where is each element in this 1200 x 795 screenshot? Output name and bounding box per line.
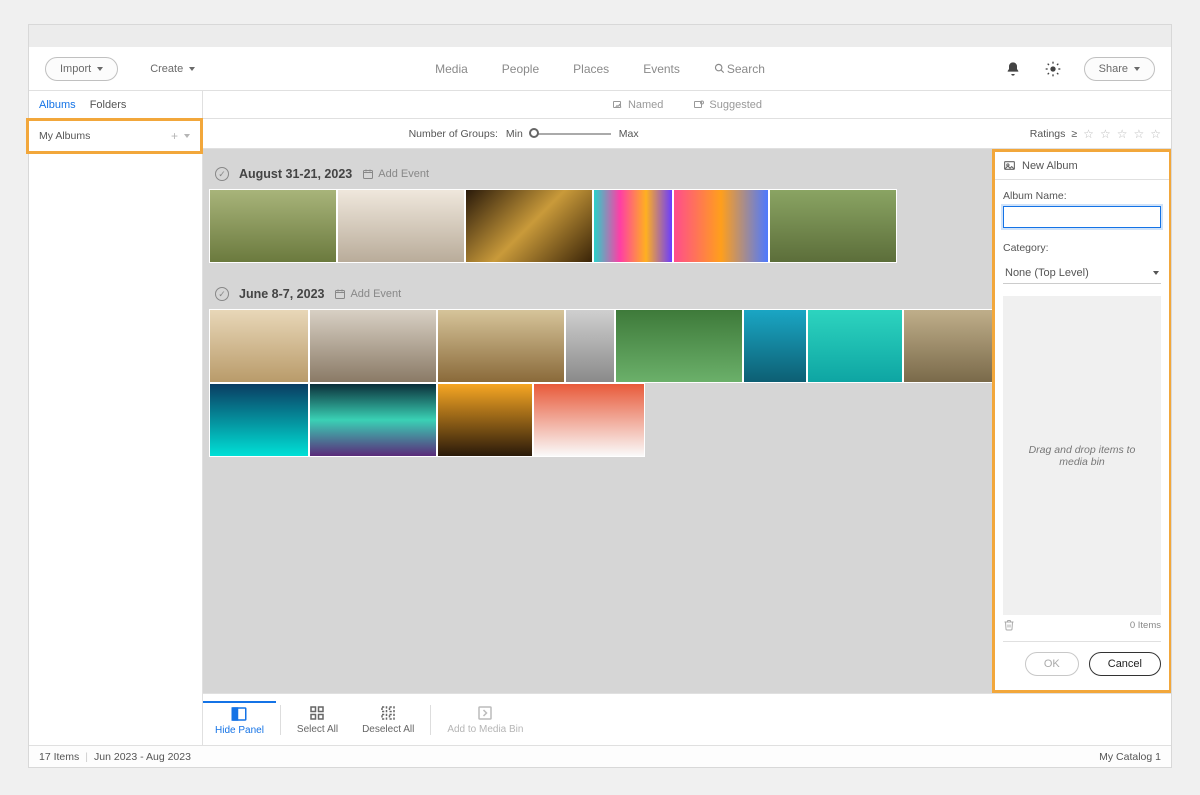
select-all-button[interactable]: Select All [285, 704, 350, 735]
panel-body: Album Name: Category: None (Top Level) D… [995, 180, 1169, 690]
category-label: Category: [1003, 242, 1161, 254]
deselect-all-button[interactable]: Deselect All [350, 704, 426, 735]
my-albums-highlight: My Albums + [26, 118, 203, 154]
bottom-bar: Hide Panel Select All Deselect All Add t… [203, 693, 1171, 745]
nav-places[interactable]: Places [573, 62, 609, 76]
app-window: Import Create Media People Places Events… [28, 24, 1172, 768]
groups-label: Number of Groups: [409, 128, 498, 140]
thumbnail[interactable] [337, 189, 465, 263]
nav-events[interactable]: Events [643, 62, 680, 76]
star-icon[interactable]: ☆ [1100, 127, 1111, 141]
thumbnail[interactable] [309, 383, 437, 457]
thumbnail[interactable] [673, 189, 769, 263]
import-button[interactable]: Import [45, 57, 118, 81]
thumbnail[interactable] [593, 189, 673, 263]
panel-footer-info: 0 Items [1003, 615, 1161, 641]
album-name-input[interactable] [1003, 206, 1161, 228]
brightness-icon[interactable] [1044, 60, 1062, 78]
slider-thumb[interactable] [529, 128, 539, 138]
ratings-control: Ratings ≥ ☆ ☆ ☆ ☆ ☆ [1030, 127, 1161, 141]
thumbnail[interactable] [769, 189, 897, 263]
sub-toolbar: Named Suggested [203, 91, 1171, 119]
ok-button[interactable]: OK [1025, 652, 1079, 676]
check-circle-icon[interactable]: ✓ [215, 287, 229, 301]
thumbnail[interactable] [615, 309, 743, 383]
ratings-op[interactable]: ≥ [1071, 128, 1077, 140]
tab-folders[interactable]: Folders [90, 99, 127, 111]
suggested-filter[interactable]: Suggested [693, 99, 762, 111]
my-albums-header[interactable]: My Albums + [29, 121, 200, 151]
my-albums-label: My Albums [39, 130, 90, 142]
check-circle-icon[interactable]: ✓ [215, 167, 229, 181]
chevron-down-icon [187, 63, 195, 75]
sidebar-tabs: Albums Folders [29, 91, 202, 119]
panel-header: New Album [995, 152, 1169, 180]
titlebar [29, 25, 1171, 47]
status-catalog: My Catalog 1 [1099, 751, 1161, 763]
thumbnail[interactable] [903, 309, 999, 383]
min-label: Min [506, 128, 523, 140]
cancel-button[interactable]: Cancel [1089, 652, 1161, 676]
named-filter[interactable]: Named [612, 99, 663, 111]
star-icon[interactable]: ☆ [1150, 127, 1161, 141]
add-to-media-bin-button[interactable]: Add to Media Bin [435, 704, 535, 735]
add-event-button[interactable]: Add Event [334, 288, 401, 300]
nav-tabs: Media People Places Events Search [435, 62, 765, 76]
hide-panel-button[interactable]: Hide Panel [203, 701, 276, 736]
share-button[interactable]: Share [1084, 57, 1155, 81]
thumbnail[interactable] [565, 309, 615, 383]
nav-search[interactable]: Search [714, 62, 765, 76]
group-date: June 8-7, 2023 [239, 287, 324, 301]
status-bar: 17 Items | Jun 2023 - Aug 2023 My Catalo… [29, 745, 1171, 767]
star-icon[interactable]: ☆ [1117, 127, 1128, 141]
thumbnail[interactable] [209, 189, 337, 263]
group-date: August 31-21, 2023 [239, 167, 352, 181]
content-row: Albums Folders My Albums + Named Suggest… [29, 91, 1171, 745]
groups-slider[interactable] [531, 133, 611, 135]
album-name-label: Album Name: [1003, 190, 1161, 202]
add-event-button[interactable]: Add Event [362, 168, 429, 180]
status-range: Jun 2023 - Aug 2023 [94, 751, 191, 763]
chevron-down-icon[interactable] [182, 130, 190, 142]
thumbnail[interactable] [437, 383, 533, 457]
thumbnail[interactable] [209, 383, 309, 457]
chevron-down-icon [1132, 63, 1140, 75]
star-icon[interactable]: ☆ [1083, 127, 1094, 141]
star-icon[interactable]: ☆ [1133, 127, 1144, 141]
thumbnail[interactable] [807, 309, 903, 383]
main-pane: Named Suggested Number of Groups: Min Ma… [203, 91, 1171, 745]
sidebar: Albums Folders My Albums + [29, 91, 203, 745]
chevron-down-icon [1151, 267, 1159, 279]
items-count: 0 Items [1130, 620, 1161, 631]
ratings-label: Ratings [1030, 128, 1066, 140]
panel-actions: OK Cancel [1003, 641, 1161, 680]
new-album-panel: New Album Album Name: Category: None (To… [992, 149, 1171, 693]
thumbnail[interactable] [209, 309, 309, 383]
main-toolbar: Import Create Media People Places Events… [29, 47, 1171, 91]
thumbnail-strip [209, 309, 1009, 457]
max-label: Max [619, 128, 639, 140]
media-area[interactable]: ✓ August 31-21, 2023 Add Event ✓ June 8-… [203, 149, 1171, 693]
nav-people[interactable]: People [502, 62, 539, 76]
status-items: 17 Items [39, 751, 79, 763]
toolbar-right: Share [1004, 57, 1155, 81]
chevron-down-icon [95, 63, 103, 75]
bell-icon[interactable] [1004, 60, 1022, 78]
thumbnail[interactable] [309, 309, 437, 383]
tab-albums[interactable]: Albums [39, 99, 76, 111]
trash-icon[interactable] [1003, 619, 1015, 631]
category-select[interactable]: None (Top Level) [1003, 262, 1161, 284]
nav-media[interactable]: Media [435, 62, 468, 76]
thumbnail[interactable] [743, 309, 807, 383]
media-bin-dropzone[interactable]: Drag and drop items to media bin [1003, 296, 1161, 615]
groups-control: Number of Groups: Min Max [409, 128, 639, 140]
panel-title: New Album [1022, 160, 1078, 172]
thumbnail[interactable] [465, 189, 593, 263]
filter-row: Number of Groups: Min Max Ratings ≥ ☆ ☆ … [203, 119, 1171, 149]
plus-icon[interactable]: + [171, 129, 178, 143]
thumbnail[interactable] [533, 383, 645, 457]
image-icon [1003, 159, 1016, 172]
create-button[interactable]: Create [150, 63, 195, 75]
thumbnail[interactable] [437, 309, 565, 383]
